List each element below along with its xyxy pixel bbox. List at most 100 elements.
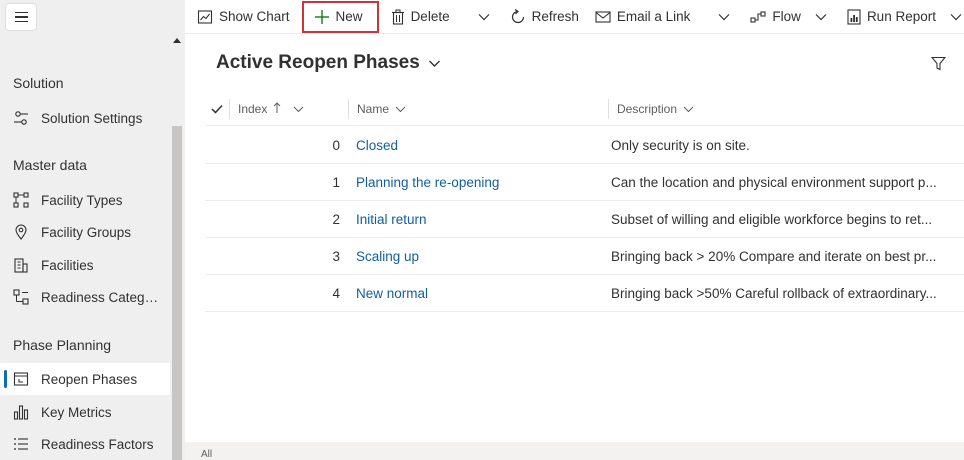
run-report-button[interactable]: Run Report [839,0,964,34]
refresh-button[interactable]: Refresh [502,0,587,34]
cell-index: 1 [332,174,340,190]
chevron-down-icon [478,9,490,24]
cell-index: 4 [332,285,340,301]
more-delete-options-button[interactable] [466,0,502,34]
delete-button[interactable]: Delete [383,0,458,34]
sidebar-item-label: Facilities [41,257,94,273]
table-row[interactable]: 1 Planning the re-opening Can the locati… [205,164,964,201]
refresh-label: Refresh [531,9,579,24]
jump-bar-all-link[interactable]: All [201,449,212,460]
cell-description: Bringing back >50% Careful rollback of e… [611,285,937,301]
scroll-up-arrow-icon[interactable] [173,38,181,43]
column-header-label: Description [617,101,678,116]
sidebar-item-facility-types[interactable]: Facility Types [0,184,170,216]
new-label: New [335,9,363,24]
column-header-description[interactable]: Description [608,98,958,119]
building-icon [12,256,30,274]
settings-sliders-icon [12,109,30,127]
email-link-button[interactable]: Email a Link [587,0,699,34]
chevron-down-icon [683,102,694,116]
show-chart-button[interactable]: Show Chart [185,0,298,34]
cell-index: 0 [332,137,340,153]
record-link[interactable]: Scaling up [348,249,608,264]
chevron-down-icon [950,9,962,24]
cell-index: 3 [332,248,340,264]
record-link[interactable]: Initial return [348,212,608,227]
sidebar-item-key-metrics[interactable]: Key Metrics [0,396,170,428]
column-header-label: Index [238,101,268,116]
sidebar-item-label: Reopen Phases [41,371,138,387]
chevron-down-icon [293,102,304,116]
sidebar-scroll-thumb[interactable] [172,126,182,460]
sidebar-item-label: Readiness Categor... [41,289,161,305]
cell-index: 2 [332,211,340,227]
cell-description: Bringing back > 20% Compare and iterate … [611,248,937,264]
record-link[interactable]: Closed [348,138,608,153]
sidebar-item-reopen-phases[interactable]: Reopen Phases [0,363,170,395]
sidebar-item-label: Solution Settings [41,110,143,126]
bar-chart-icon [12,403,30,421]
table-row[interactable]: 4 New normal Bringing back >50% Careful … [205,275,964,312]
chart-icon [197,9,213,25]
trash-icon [391,9,405,25]
nav-section-master-data: Master data [13,157,87,173]
record-link[interactable]: Planning the re-opening [348,175,608,190]
new-button[interactable]: New [301,0,379,33]
column-header-name[interactable]: Name [348,98,608,119]
chevron-down-icon [718,9,730,24]
sidebar: Solution Solution Settings Master data F… [0,0,185,460]
sidebar-item-readiness-factors[interactable]: Readiness Factors [0,428,170,460]
chevron-down-icon [815,9,827,24]
location-pin-icon [12,223,30,241]
command-bar: Show Chart New Delete Refresh Email a Li… [185,0,964,34]
cell-description: Subset of willing and eligible workforce… [611,211,933,227]
chevron-down-icon [395,102,406,116]
list-icon [12,435,30,453]
main-content: Active Reopen Phases Index Name Descript… [185,34,964,460]
hamburger-menu-button[interactable] [6,4,36,30]
sidebar-item-label: Readiness Factors [41,436,154,452]
cell-description: Can the location and physical environmen… [611,174,937,190]
facility-types-icon [12,191,30,209]
column-header-index[interactable]: Index [229,98,348,119]
hamburger-icon-line [14,11,28,14]
checkmark-icon [211,104,223,114]
email-icon [595,10,611,24]
calendar-icon [12,370,30,388]
sidebar-item-label: Key Metrics [41,404,112,420]
show-chart-label: Show Chart [219,9,290,24]
sidebar-item-facilities[interactable]: Facilities [0,249,170,281]
cell-description: Only security is on site. [611,137,750,153]
chevron-down-icon [428,52,441,74]
table-row[interactable]: 0 Closed Only security is on site. [205,127,964,164]
flow-icon [750,10,766,24]
grid-header: Index Name Description [205,92,964,126]
filter-icon[interactable] [930,56,947,74]
plus-icon [314,9,330,25]
more-email-options-button[interactable] [706,0,742,34]
column-header-label: Name [357,101,390,116]
view-selector[interactable]: Active Reopen Phases [216,52,441,74]
run-report-label: Run Report [866,9,936,24]
report-icon [847,8,861,25]
delete-label: Delete [410,9,450,24]
table-row[interactable]: 2 Initial return Subset of willing and e… [205,201,964,238]
page-title: Active Reopen Phases [216,52,420,73]
readiness-categories-icon [12,288,30,306]
hamburger-icon-line [14,20,28,23]
sidebar-item-facility-groups[interactable]: Facility Groups [0,216,170,248]
select-all-checkbox[interactable] [205,104,229,114]
nav-section-solution: Solution [13,75,64,91]
flow-button[interactable]: Flow [742,0,835,34]
sidebar-item-readiness-categories[interactable]: Readiness Categor... [0,281,170,313]
flow-label: Flow [772,9,801,24]
email-link-label: Email a Link [616,9,691,24]
sort-ascending-icon [273,101,281,116]
sidebar-item-solution-settings[interactable]: Solution Settings [0,102,170,134]
record-link[interactable]: New normal [348,286,608,301]
hamburger-icon-line [14,16,28,18]
table-row[interactable]: 3 Scaling up Bringing back > 20% Compare… [205,238,964,275]
jump-bar: All [185,442,964,460]
sidebar-item-label: Facility Types [41,192,123,208]
sidebar-item-label: Facility Groups [41,224,132,240]
